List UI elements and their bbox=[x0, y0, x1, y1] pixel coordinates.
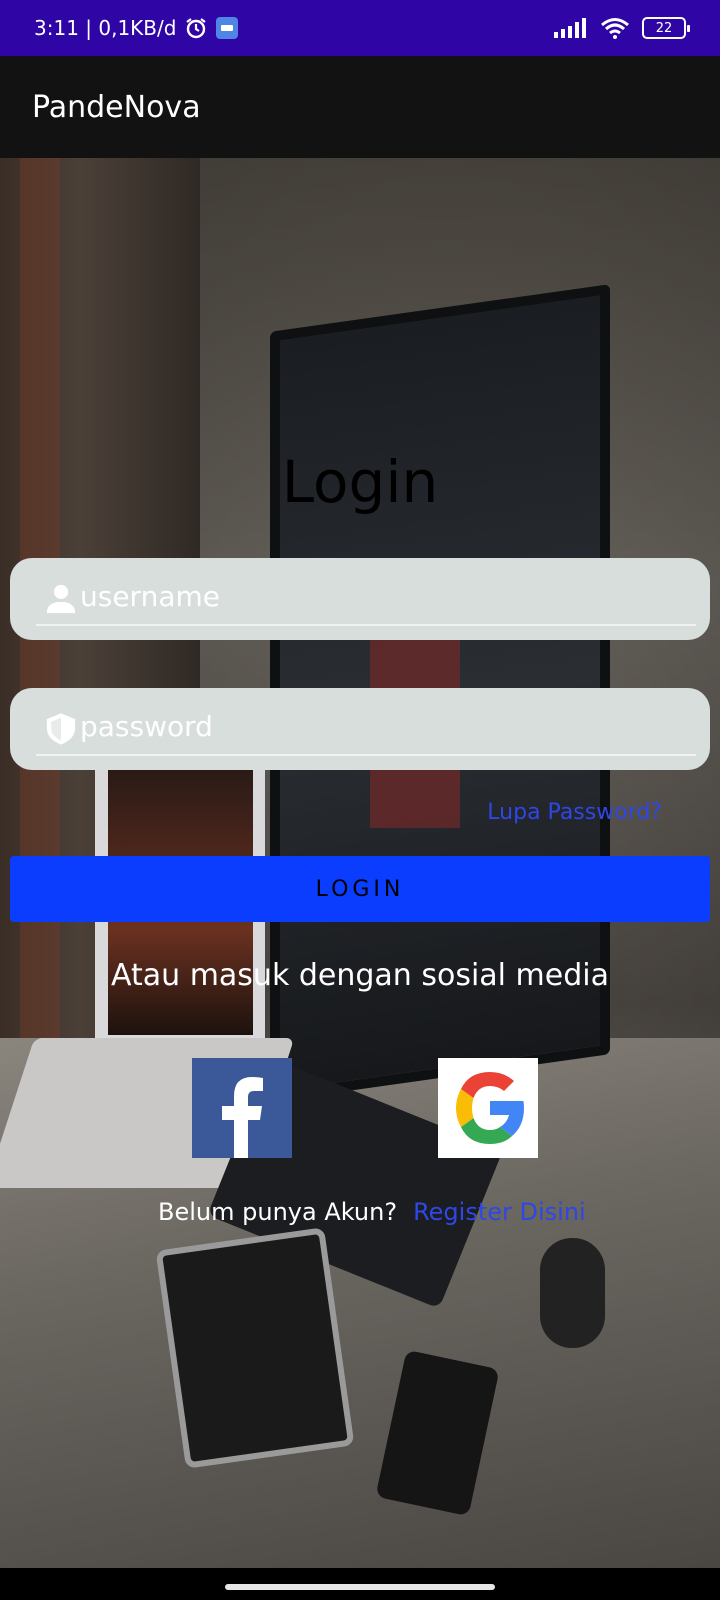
message-notification-icon bbox=[216, 17, 239, 39]
person-icon bbox=[46, 584, 76, 614]
register-row: Belum punya Akun? Register Disini bbox=[158, 1198, 586, 1226]
password-underline bbox=[36, 754, 696, 756]
login-screen: Login username password Lupa Password? L… bbox=[0, 158, 720, 1568]
home-indicator[interactable] bbox=[225, 1584, 495, 1590]
google-logo-icon bbox=[456, 1072, 524, 1144]
signal-icon bbox=[554, 18, 586, 38]
status-right: 22 bbox=[554, 17, 690, 39]
facebook-login-button[interactable] bbox=[192, 1058, 292, 1158]
login-title: Login bbox=[281, 448, 439, 516]
google-login-button[interactable] bbox=[438, 1058, 538, 1158]
username-underline bbox=[36, 624, 696, 626]
status-left: 3:11 | 0,1KB/d bbox=[34, 16, 239, 40]
background-photo-curtain bbox=[20, 158, 60, 1158]
username-field[interactable]: username bbox=[10, 558, 710, 640]
username-placeholder: username bbox=[80, 580, 220, 613]
no-account-text: Belum punya Akun? bbox=[158, 1198, 398, 1226]
password-placeholder: password bbox=[80, 710, 213, 743]
background-photo-phone bbox=[155, 1227, 355, 1469]
social-login-title: Atau masuk dengan sosial media bbox=[111, 958, 609, 993]
app-title: PandeNova bbox=[32, 89, 201, 125]
login-button[interactable]: LOGIN bbox=[10, 856, 710, 922]
wifi-icon bbox=[601, 18, 629, 39]
shield-icon bbox=[46, 713, 76, 745]
battery-level: 22 bbox=[655, 20, 673, 36]
password-field[interactable]: password bbox=[10, 688, 710, 770]
forgot-password-link[interactable]: Lupa Password? bbox=[487, 800, 662, 825]
status-time: 3:11 | 0,1KB/d bbox=[34, 16, 177, 40]
register-link[interactable]: Register Disini bbox=[413, 1198, 586, 1226]
alarm-icon bbox=[186, 18, 207, 39]
background-photo-mouse bbox=[540, 1238, 605, 1348]
app-bar: PandeNova bbox=[0, 56, 720, 158]
battery-icon: 22 bbox=[642, 17, 690, 39]
facebook-logo-icon bbox=[222, 1077, 263, 1158]
status-bar: 3:11 | 0,1KB/d 22 bbox=[0, 0, 720, 56]
